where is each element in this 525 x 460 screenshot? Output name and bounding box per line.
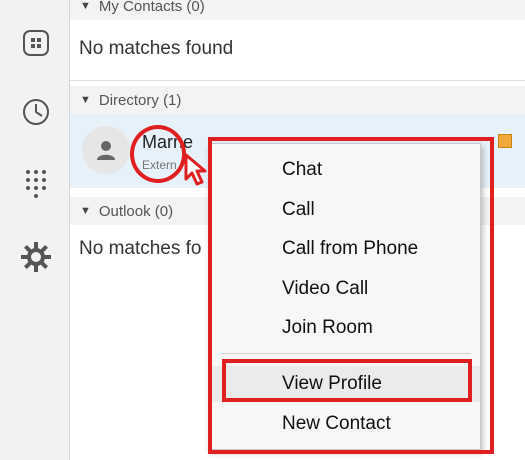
avatar — [82, 126, 130, 174]
status-badge — [498, 134, 512, 148]
person-icon — [97, 141, 115, 160]
collapse-triangle-icon[interactable]: ▼ — [80, 205, 91, 217]
clock-icon[interactable] — [19, 95, 53, 129]
annotation-menu-box — [208, 137, 494, 454]
gear-icon[interactable] — [19, 240, 53, 274]
divider — [70, 80, 525, 81]
section-label: Directory (1) — [98, 91, 182, 109]
section-label: Outlook (0) — [98, 202, 174, 220]
no-matches-text: No matches fo — [79, 238, 202, 259]
contacts-icon[interactable] — [19, 26, 53, 60]
app-window: ▼ My Contacts (0) No matches found ▼ Dir… — [0, 0, 525, 460]
section-label: My Contacts (0) — [98, 0, 205, 15]
collapse-triangle-icon[interactable]: ▼ — [80, 94, 91, 106]
section-directory[interactable]: ▼ Directory (1) — [70, 86, 525, 114]
section-my-contacts[interactable]: ▼ My Contacts (0) — [70, 0, 525, 20]
no-matches-text: No matches found — [79, 38, 234, 59]
annotation-circle — [130, 125, 186, 183]
annotation-view-profile-box — [222, 359, 472, 402]
sidebar — [0, 0, 70, 460]
collapse-triangle-icon[interactable]: ▼ — [80, 0, 91, 12]
dialpad-icon[interactable] — [19, 167, 53, 201]
